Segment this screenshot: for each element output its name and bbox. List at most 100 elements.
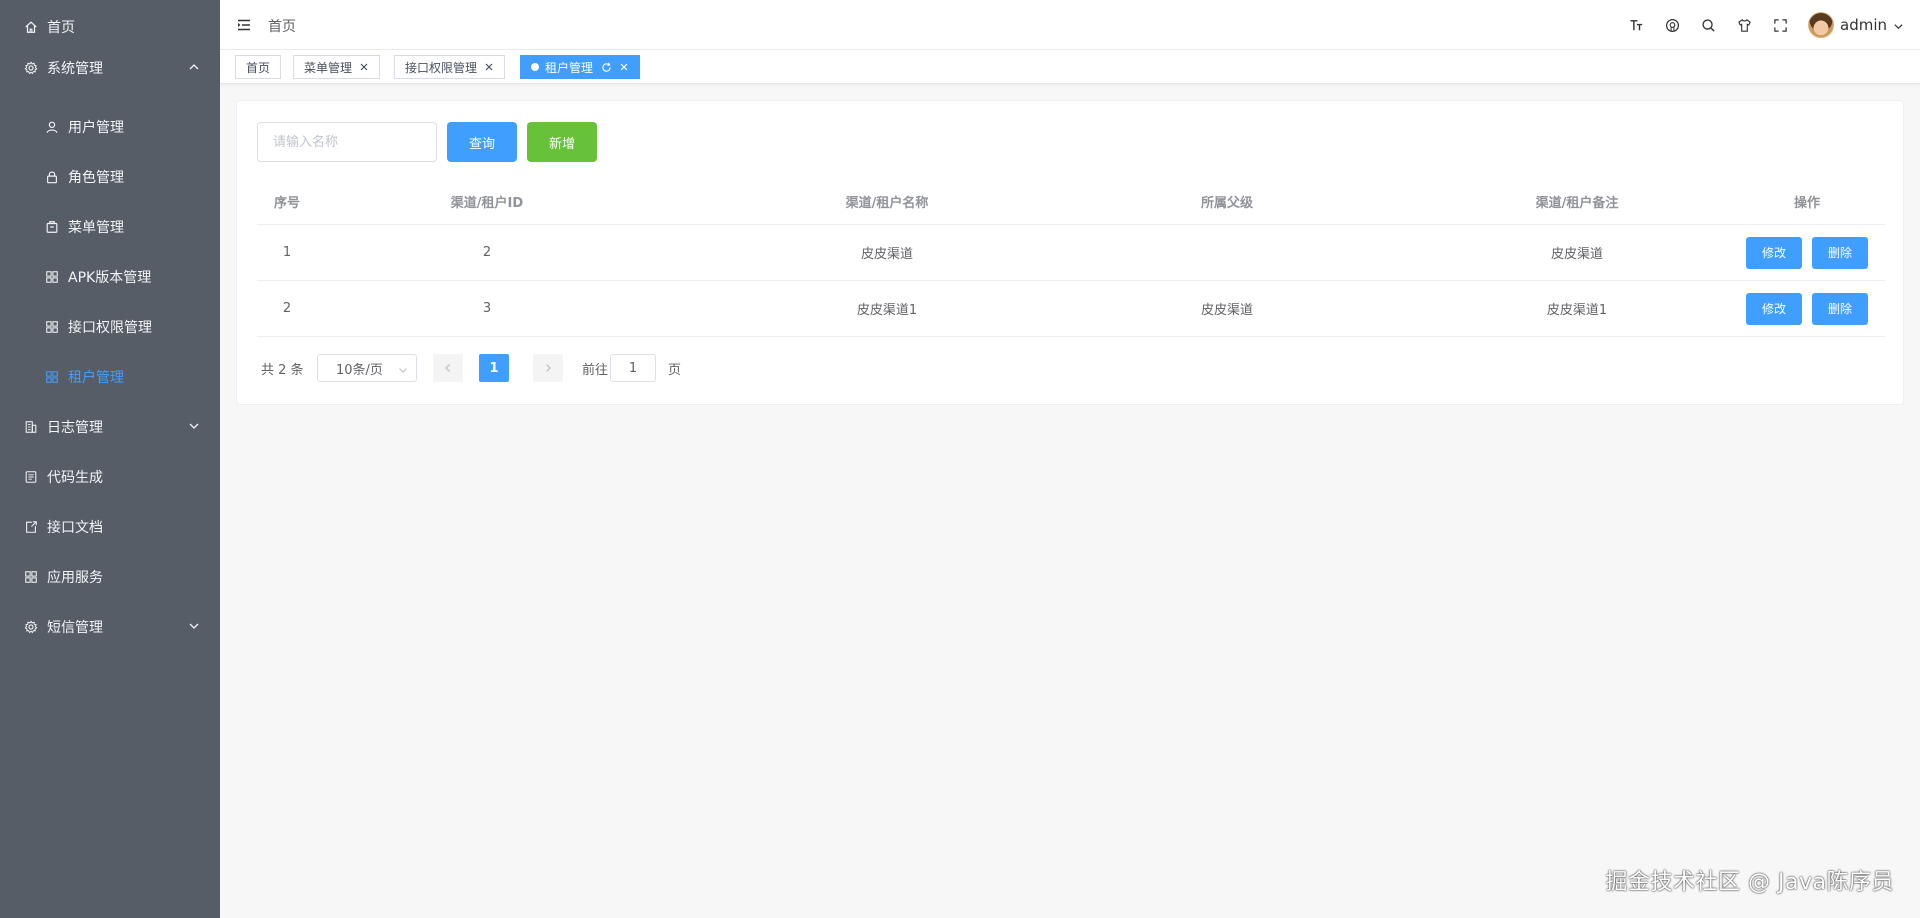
chevron-down-icon: [188, 420, 200, 432]
sidebar-item-codegen[interactable]: 代码生成: [0, 452, 220, 502]
sidebar-item-system[interactable]: 系统管理: [0, 43, 220, 93]
goto-suffix: 页: [668, 363, 682, 378]
close-icon[interactable]: [484, 62, 494, 72]
sidebar-item-label: 日志管理: [47, 420, 103, 436]
breadcrumb[interactable]: 首页: [268, 16, 296, 36]
hamburger-icon[interactable]: [236, 17, 252, 33]
column-header: 序号: [273, 196, 300, 211]
sidebar-item-label: 接口权限管理: [68, 320, 152, 336]
page-size-select[interactable]: 10条/页: [317, 354, 417, 382]
app-root: 首页 系统管理 用户管理 角色管理 菜单管理 APK版本管理 接口权限管理 租户…: [0, 0, 1920, 918]
tags-view: 首页 菜单管理 接口权限管理 租户管理: [220, 50, 1920, 84]
tag-label: 接口权限管理: [405, 60, 478, 75]
edit-button[interactable]: 修改: [1746, 292, 1802, 325]
username: admin: [1840, 16, 1887, 34]
close-icon[interactable]: [619, 62, 629, 72]
sidebar-item-sms[interactable]: 短信管理: [0, 602, 220, 652]
table-row: 1 2 皮皮渠道 皮皮渠道 修改 删除: [257, 225, 1885, 281]
code-icon: [24, 470, 38, 484]
page-size-value: 10条/页: [336, 362, 383, 378]
github-icon[interactable]: [1654, 0, 1690, 50]
tag-menu-management[interactable]: 菜单管理: [293, 55, 381, 79]
grid-icon: [45, 320, 59, 334]
edit-button[interactable]: 修改: [1746, 236, 1802, 269]
user-icon: [45, 120, 59, 134]
sidebar-item-menus[interactable]: 菜单管理: [0, 202, 220, 252]
chevron-down-icon: [398, 364, 408, 374]
fullscreen-icon[interactable]: [1762, 0, 1798, 50]
sidebar-item-api-permission[interactable]: 接口权限管理: [0, 302, 220, 352]
sidebar-item-label: APK版本管理: [68, 270, 152, 286]
home-icon: [24, 20, 38, 34]
goto-label: 前往: [582, 363, 609, 378]
chevron-down-icon: [1893, 20, 1904, 31]
sidebar-item-label: 首页: [47, 20, 75, 36]
chevron-right-icon: [546, 364, 551, 372]
next-page-button[interactable]: [533, 354, 563, 382]
watermark: 掘金技术社区 @ Java陈序员: [1605, 870, 1894, 895]
cell-index: 2: [282, 301, 292, 316]
chevron-up-icon: [188, 61, 200, 73]
user-menu[interactable]: admin: [1808, 12, 1904, 38]
sidebar-item-label: 接口文档: [47, 520, 103, 536]
tag-home[interactable]: 首页: [235, 55, 282, 79]
chevron-left-icon: [445, 364, 450, 372]
tag-label: 菜单管理: [304, 60, 353, 75]
grid-icon: [45, 270, 59, 284]
refresh-icon[interactable]: [601, 62, 612, 73]
active-dot-icon: [531, 63, 539, 71]
tag-label: 租户管理: [545, 60, 594, 75]
gear-icon: [24, 620, 38, 634]
grid-icon: [24, 570, 38, 584]
chevron-down-icon: [188, 620, 200, 632]
building-icon: [24, 420, 38, 434]
page-number-current[interactable]: 1: [479, 354, 509, 382]
sidebar-item-roles[interactable]: 角色管理: [0, 152, 220, 202]
sidebar-item-api-docs[interactable]: 接口文档: [0, 502, 220, 552]
sidebar-item-label: 系统管理: [47, 61, 103, 77]
sidebar-item-label: 租户管理: [68, 370, 124, 386]
sidebar-item-logs[interactable]: 日志管理: [0, 402, 220, 452]
cell-actions: 修改 删除: [1657, 225, 1920, 280]
close-icon[interactable]: [359, 62, 369, 72]
table-header: 序号 渠道/租户ID 渠道/租户名称 所属父级 渠道/租户备注 操作: [257, 179, 1885, 225]
theme-shirt-icon[interactable]: [1726, 0, 1762, 50]
tenant-table: 序号 渠道/租户ID 渠道/租户名称 所属父级 渠道/租户备注 操作 1 2 皮…: [257, 179, 1885, 337]
column-header: 操作: [1793, 196, 1820, 211]
add-button[interactable]: 新增: [527, 122, 597, 162]
search-input[interactable]: [257, 122, 437, 162]
grid-icon: [45, 370, 59, 384]
sidebar-item-apk[interactable]: APK版本管理: [0, 252, 220, 302]
sidebar-item-tenants[interactable]: 租户管理: [0, 352, 220, 402]
sidebar-item-label: 应用服务: [47, 570, 103, 586]
prev-page-button[interactable]: [433, 354, 463, 382]
table-row: 2 3 皮皮渠道1 皮皮渠道 皮皮渠道1 修改 删除: [257, 281, 1885, 337]
pagination-total: 共 2 条: [261, 363, 304, 378]
tag-label: 首页: [246, 60, 271, 75]
query-button[interactable]: 查询: [447, 122, 517, 162]
sidebar-item-label: 角色管理: [68, 170, 124, 186]
avatar: [1808, 12, 1834, 38]
main-area: 首页 admin 首页 菜单管理 接口权限管理 租户管理 请输入名称 查询 新增…: [220, 0, 1920, 918]
pagination: 共 2 条 10条/页 1 前往 页: [257, 354, 857, 382]
sidebar-item-label: 菜单管理: [68, 220, 124, 236]
sidebar-item-label: 短信管理: [47, 620, 103, 636]
delete-button[interactable]: 删除: [1812, 236, 1868, 269]
delete-button[interactable]: 删除: [1812, 292, 1868, 325]
sidebar-item-app-services[interactable]: 应用服务: [0, 552, 220, 602]
navbar-right: admin: [1618, 0, 1920, 50]
cell-actions: 修改 删除: [1657, 281, 1920, 336]
sidebar-item-label: 用户管理: [68, 120, 124, 136]
font-size-icon[interactable]: [1618, 0, 1654, 50]
sidebar-item-users[interactable]: 用户管理: [0, 102, 220, 152]
goto-page-input[interactable]: [610, 354, 656, 382]
lock-icon: [45, 170, 59, 184]
doc-icon: [24, 520, 38, 534]
cell-index: 1: [282, 245, 292, 260]
gear-icon: [24, 61, 38, 75]
search-icon[interactable]: [1690, 0, 1726, 50]
sidebar: 首页 系统管理 用户管理 角色管理 菜单管理 APK版本管理 接口权限管理 租户…: [0, 0, 220, 918]
content-card: 查询 新增 序号 渠道/租户ID 渠道/租户名称 所属父级 渠道/租户备注 操作…: [236, 100, 1904, 405]
tag-api-permission[interactable]: 接口权限管理: [394, 55, 506, 79]
tag-tenant-management[interactable]: 租户管理: [520, 55, 641, 79]
